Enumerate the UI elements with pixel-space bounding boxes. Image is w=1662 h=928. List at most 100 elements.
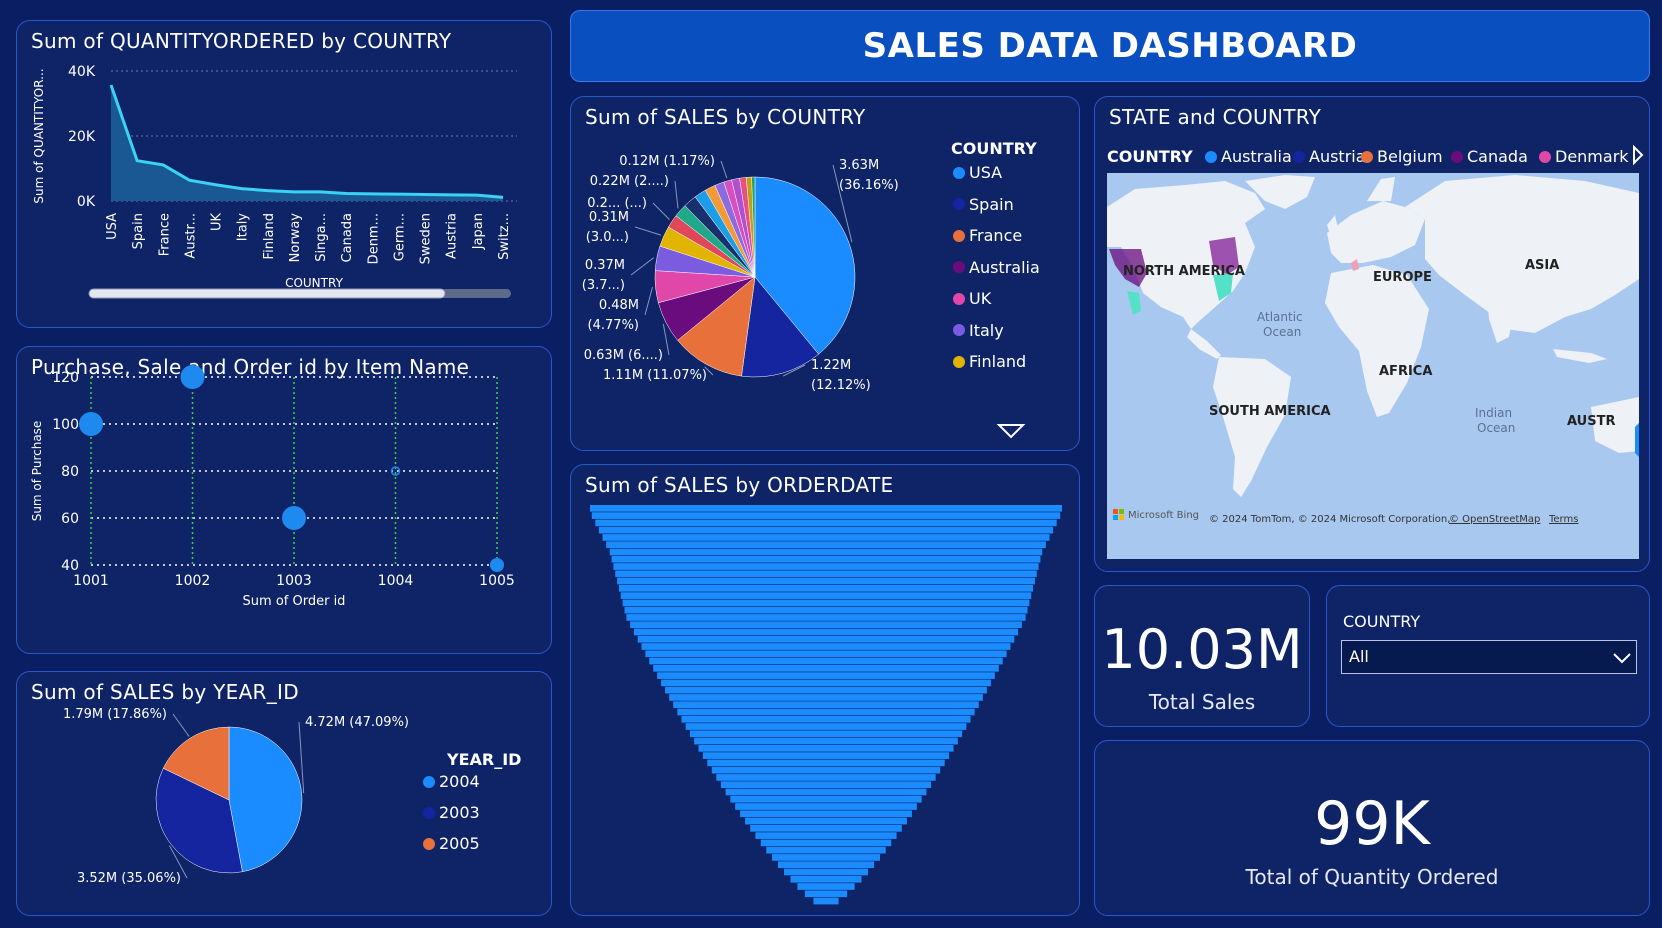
terms-link[interactable]: Terms	[1548, 514, 1578, 525]
bing-logo-icon	[1113, 509, 1118, 514]
y-tick-label: 40	[61, 558, 79, 574]
orderdate-bar	[613, 563, 1039, 570]
scatter-point	[282, 506, 306, 530]
year-data-label: 1.79M (17.86%)	[63, 707, 167, 722]
country-data-label: 1.22M	[811, 358, 851, 373]
country-legend-item[interactable]: Australia	[953, 258, 1040, 277]
orderdate-bar	[598, 526, 1054, 534]
bing-label: Microsoft Bing	[1128, 510, 1199, 521]
orderdate-bar	[657, 672, 995, 679]
orderdate-bar	[620, 592, 1032, 599]
qty-by-country-panel[interactable]: Sum of QUANTITYORDERED by COUNTRY 0K 20K 4…	[16, 20, 552, 328]
country-data-label: (3.0...)	[586, 230, 629, 245]
country-data-label: 0.22M (2....)	[590, 174, 669, 189]
country-legend-item[interactable]: Finland	[953, 352, 1026, 371]
country-leader-line	[644, 286, 653, 316]
y-tick-label: 40K	[68, 64, 96, 80]
orderdate-bar	[760, 839, 892, 847]
year-pie-panel[interactable]: Sum of SALES by YEAR_ID 4.72M (47.09%) 3.…	[16, 671, 552, 916]
country-leader-line	[630, 257, 655, 276]
country-data-label: 0.37M	[585, 258, 625, 273]
y-tick-label: 80	[61, 464, 79, 480]
country-data-label: 3.63M	[839, 158, 879, 173]
orderdate-bar	[735, 803, 917, 810]
x-tick-label: USA	[105, 213, 120, 240]
year-slice	[228, 726, 303, 873]
year-legend-item[interactable]: 2003	[423, 803, 480, 822]
orderdate-bar	[622, 599, 1030, 607]
country-legend-item[interactable]: Spain	[953, 195, 1014, 214]
orderdate-bar	[661, 679, 991, 687]
orderdate-bar	[711, 766, 941, 774]
year-data-label: 3.52M (35.06%)	[77, 871, 181, 886]
legend-label: 2005	[439, 834, 480, 853]
total-sales-card: 10.03M Total Sales	[1094, 585, 1310, 727]
osm-link[interactable]: © OpenStreetMap	[1449, 514, 1540, 525]
y-axis-label: Sum of QUANTITYOR...	[32, 68, 46, 203]
x-tick-label: Spain	[131, 213, 146, 249]
orderdate-bar	[745, 817, 907, 825]
country-legend-item[interactable]: France	[953, 226, 1022, 245]
y-tick-label: 0K	[77, 194, 96, 210]
orderdate-panel[interactable]: Sum of SALES by ORDERDATE	[570, 464, 1080, 916]
scatter-point	[79, 412, 103, 436]
country-legend-item[interactable]: Italy	[953, 321, 1004, 340]
orderdate-bar	[615, 570, 1037, 578]
qty-area-chart: 0K 20K 40K USA Spain France Austr... UK Italy Fin…	[32, 64, 517, 299]
orderdate-bar	[707, 759, 945, 767]
legend-label: Italy	[969, 320, 1004, 340]
orderdate-bar	[725, 788, 927, 796]
x-tick-label: Austria	[445, 213, 460, 259]
scatter-panel[interactable]: Purchase, Sale and Order id by Item Name…	[16, 346, 552, 654]
total-sales-label: Total Sales	[1148, 690, 1256, 714]
total-sales-value: 10.03M	[1101, 618, 1303, 681]
x-tick-label: Italy	[236, 213, 251, 242]
legend-dot	[423, 837, 435, 850]
scatter-point	[490, 558, 504, 572]
x-axis-label: Sum of Order id	[243, 594, 346, 609]
country-legend-title: COUNTRY	[951, 139, 1037, 158]
orderdate-bar	[617, 577, 1035, 585]
x-tick-label: Germ...	[392, 213, 407, 261]
y-axis-label: Sum of Purchase	[30, 421, 44, 522]
country-slicer: COUNTRY All	[1326, 585, 1650, 727]
orderdate-bar	[645, 650, 1007, 658]
x-tick-label: Norway	[288, 213, 303, 263]
x-tick-label: Japan	[471, 213, 486, 250]
orderdate-bar	[653, 665, 999, 672]
orderdate-bar	[630, 621, 1022, 629]
slicer-title: COUNTRY	[1343, 612, 1421, 631]
map-panel[interactable]: STATE and COUNTRY COUNTRY Australia Austr…	[1094, 96, 1650, 572]
label-south-america: SOUTH AMERICA	[1209, 404, 1331, 419]
year-legend-item[interactable]: 2004	[423, 772, 480, 791]
orderdate-bar	[611, 555, 1041, 563]
country-legend-item[interactable]: UK	[953, 289, 991, 308]
country-data-label: (4.77%)	[588, 318, 639, 333]
orderdate-funnel-chart	[590, 505, 1062, 905]
orderdate-bar	[698, 745, 954, 752]
country-dropdown[interactable]: All	[1341, 640, 1637, 674]
legend-dot	[953, 166, 965, 179]
orderdate-bar	[716, 774, 936, 781]
year-data-label: 4.72M (47.09%)	[305, 715, 409, 730]
total-qty-label: Total of Quantity Ordered	[1245, 865, 1499, 889]
x-tick-label: Austr...	[183, 213, 198, 259]
year-legend-item[interactable]: 2005	[423, 834, 480, 853]
y-tick-label: 20K	[68, 129, 96, 145]
country-leader-line	[662, 323, 670, 356]
chevron-down-icon	[1613, 653, 1631, 664]
country-legend-item[interactable]: USA	[953, 163, 1002, 182]
orderdate-bar	[702, 752, 950, 759]
legend-dot	[423, 775, 435, 788]
country-data-label: (3.7...)	[582, 278, 625, 293]
orderdate-bar	[685, 723, 967, 730]
x-tick-label: Denm...	[366, 213, 381, 264]
country-leader-line	[634, 226, 662, 236]
orderdate-bar	[591, 512, 1061, 519]
country-data-label: 0.63M (6....)	[584, 348, 663, 363]
orderdate-bar	[720, 781, 932, 789]
world-map[interactable]: NORTH AMERICA EUROPE ASIA AFRICA SOUTH A…	[1095, 97, 1651, 573]
orderdate-bar	[797, 883, 855, 890]
country-pie-panel[interactable]: Sum of SALES by COUNTRY 3.63M (36.16%) 1.2…	[570, 96, 1080, 451]
orderdate-bar	[740, 810, 912, 818]
